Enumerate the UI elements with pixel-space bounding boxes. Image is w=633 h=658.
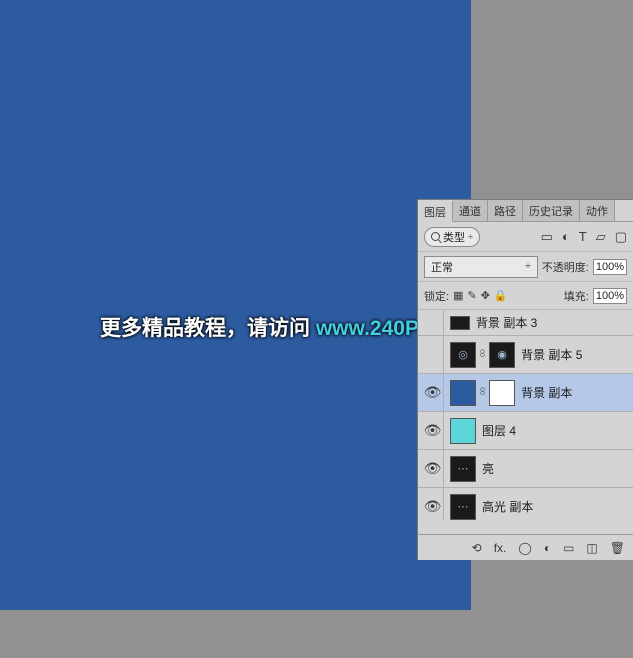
layer-row[interactable]: 👁 ⋯ 亮 (418, 450, 633, 488)
layer-thumb (450, 418, 476, 444)
fill-value[interactable]: 100% (593, 288, 627, 304)
fill-label: 填充: (564, 288, 589, 304)
layer-thumb: ⋯ (450, 494, 476, 520)
layer-thumb (450, 316, 470, 330)
filter-pixel-icon[interactable]: ▭ (541, 229, 553, 245)
layer-name[interactable]: 背景 副本 5 (521, 346, 582, 363)
visibility-toggle[interactable] (422, 336, 444, 373)
layers-list: 背景 副本 3 ◎ 𝟾 ◉ 背景 副本 5 👁 𝟾 背景 副本 👁 图层 4 (418, 310, 633, 520)
tab-paths[interactable]: 路径 (488, 200, 523, 221)
layers-panel-footer: ⟲ fx. ◯ ◐ ▭ ◫ 🗑 (418, 534, 633, 560)
layer-row[interactable]: 👁 图层 4 (418, 412, 633, 450)
lock-label: 锁定: (424, 288, 449, 304)
layers-panel: 图层 通道 路径 历史记录 动作 类型 ÷ ▭ ◐ T ▱ ▢ 正常 ÷ 不透明… (417, 199, 633, 560)
tab-actions[interactable]: 动作 (580, 200, 615, 221)
layer-thumb: ⋯ (450, 456, 476, 482)
visibility-toggle[interactable]: 👁 (422, 412, 444, 449)
chevron-down-icon: ÷ (468, 232, 473, 242)
filter-type-label: 类型 (443, 229, 465, 245)
filter-smart-icon[interactable]: ▢ (615, 229, 627, 245)
lock-image-icon[interactable]: ✎ (467, 289, 476, 302)
trash-icon[interactable]: 🗑 (610, 541, 625, 555)
filter-type-select[interactable]: 类型 ÷ (424, 227, 480, 247)
visibility-toggle[interactable]: 👁 (422, 450, 444, 487)
tab-history[interactable]: 历史记录 (523, 200, 580, 221)
filter-text-icon[interactable]: T (579, 229, 587, 244)
filter-shape-icon[interactable]: ▱ (596, 229, 606, 245)
layer-row[interactable]: 背景 副本 3 (418, 310, 633, 336)
adjustment-icon[interactable]: ◐ (544, 541, 551, 555)
layer-name[interactable]: 亮 (482, 460, 494, 477)
layer-thumb (450, 380, 476, 406)
group-icon[interactable]: ▭ (563, 541, 574, 555)
visibility-toggle[interactable]: 👁 (422, 374, 444, 411)
panel-tabs: 图层 通道 路径 历史记录 动作 (418, 200, 633, 222)
mask-icon[interactable]: ◯ (518, 541, 531, 555)
fx-icon[interactable]: fx. (494, 541, 507, 555)
link-layers-icon[interactable]: ⟲ (472, 541, 482, 555)
visibility-toggle[interactable]: 👁 (422, 488, 444, 520)
tab-channels[interactable]: 通道 (453, 200, 488, 221)
layer-row[interactable]: 👁 𝟾 背景 副本 (418, 374, 633, 412)
opacity-value[interactable]: 100% (593, 259, 627, 275)
layer-filter-row: 类型 ÷ ▭ ◐ T ▱ ▢ (418, 222, 633, 252)
layer-name[interactable]: 图层 4 (482, 422, 516, 439)
watermark-part1: 更多精品教程，请访问 (100, 317, 316, 340)
mask-thumb: ◉ (489, 342, 515, 368)
blend-row: 正常 ÷ 不透明度: 100% (418, 252, 633, 282)
opacity-label: 不透明度: (542, 259, 589, 275)
chevron-down-icon: ÷ (525, 261, 531, 272)
tab-layers[interactable]: 图层 (418, 201, 453, 222)
blend-mode-select[interactable]: 正常 ÷ (424, 256, 538, 278)
layer-row[interactable]: ◎ 𝟾 ◉ 背景 副本 5 (418, 336, 633, 374)
mask-thumb (489, 380, 515, 406)
layer-name[interactable]: 背景 副本 3 (476, 314, 537, 331)
link-icon: 𝟾 (479, 348, 486, 361)
new-layer-icon[interactable]: ◫ (586, 541, 597, 555)
layer-row[interactable]: 👁 ⋯ 高光 副本 (418, 488, 633, 520)
search-icon (431, 232, 440, 241)
filter-adjustment-icon[interactable]: ◐ (562, 229, 570, 244)
lock-row: 锁定: ▦ ✎ ✥ 🔒 填充: 100% (418, 282, 633, 310)
layer-thumb: ◎ (450, 342, 476, 368)
lock-all-icon[interactable]: 🔒 (494, 289, 508, 302)
link-icon: 𝟾 (479, 386, 486, 399)
lock-transparency-icon[interactable]: ▦ (453, 289, 463, 302)
layer-name[interactable]: 背景 副本 (521, 384, 572, 401)
lock-position-icon[interactable]: ✥ (481, 289, 490, 302)
document-canvas[interactable] (0, 0, 471, 610)
blend-mode-value: 正常 (431, 259, 453, 275)
visibility-toggle[interactable] (422, 310, 444, 335)
layer-name[interactable]: 高光 副本 (482, 498, 533, 515)
